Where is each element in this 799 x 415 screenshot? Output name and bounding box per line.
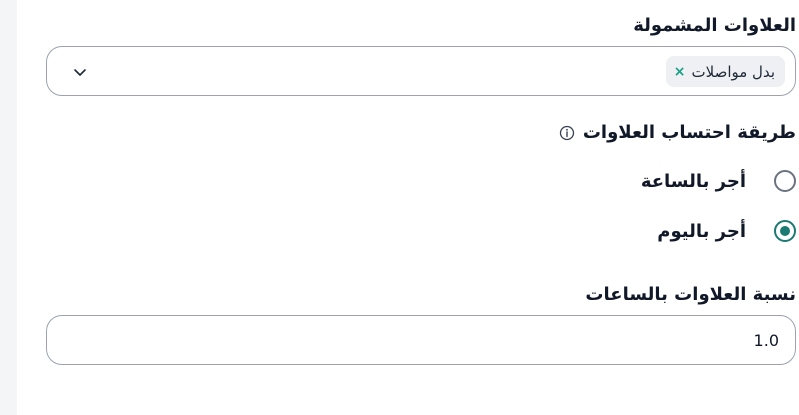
- chip-label: بدل مواصلات: [691, 62, 775, 81]
- included-allowances-label: العلاوات المشمولة: [633, 15, 796, 36]
- allowance-ratio-input[interactable]: [46, 315, 796, 365]
- radio-option-daily[interactable]: أجر باليوم: [657, 220, 796, 242]
- allowances-form: العلاوات المشمولة بدل مواصلات × طريقة اح…: [46, 0, 796, 415]
- radio-hourly-label[interactable]: أجر بالساعة: [641, 171, 746, 192]
- radio-daily[interactable]: [774, 220, 796, 242]
- radio-option-hourly[interactable]: أجر بالساعة: [641, 170, 796, 192]
- allowance-ratio-label: نسبة العلاوات بالساعات: [585, 284, 796, 305]
- radio-hourly[interactable]: [774, 170, 796, 192]
- selected-chip: بدل مواصلات ×: [665, 56, 785, 87]
- info-icon[interactable]: [559, 125, 575, 141]
- radio-daily-label[interactable]: أجر باليوم: [657, 221, 746, 242]
- included-allowances-select[interactable]: بدل مواصلات ×: [46, 46, 796, 96]
- calculation-method-label: طريقة احتساب العلاوات: [582, 122, 796, 143]
- side-panel-strip: [0, 0, 17, 415]
- calculation-method-header: طريقة احتساب العلاوات: [559, 122, 796, 143]
- chip-remove-icon[interactable]: ×: [674, 65, 686, 79]
- chevron-down-icon[interactable]: [72, 64, 88, 80]
